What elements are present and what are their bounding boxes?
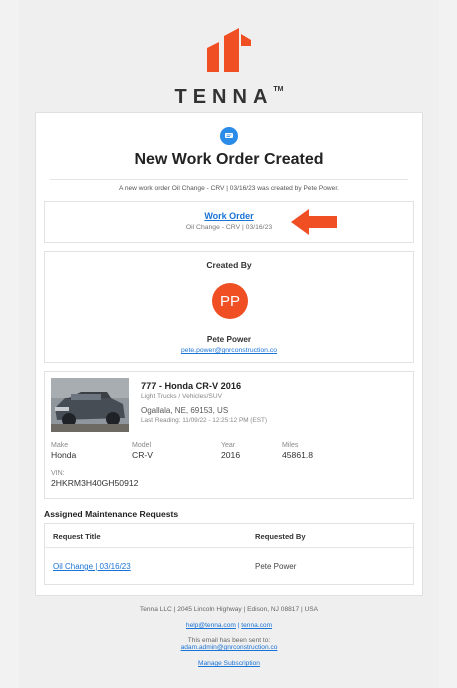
spec-make: Make Honda bbox=[51, 442, 76, 460]
requested-by-value: Pete Power bbox=[255, 562, 297, 571]
make-value: Honda bbox=[51, 450, 77, 460]
car-photo bbox=[51, 378, 129, 432]
divider bbox=[50, 179, 408, 180]
created-by-box: Created By PP Pete Power pete.power@gnrc… bbox=[44, 251, 414, 363]
spec-vin: VIN: 2HKRM3H40GH50912 bbox=[51, 470, 138, 488]
work-order-box: Work Order Oil Change - CRV | 03/16/23 bbox=[44, 201, 414, 243]
arrow-left-icon bbox=[291, 209, 337, 235]
trademark: TM bbox=[273, 86, 284, 93]
tenna-logo-mark-icon bbox=[207, 28, 251, 72]
notification-card: New Work Order Created A new work order … bbox=[35, 112, 423, 596]
sent-to-label: This email has been sent to: bbox=[187, 637, 271, 644]
asset-box: 777 - Honda CR-V 2016 Light Trucks / Veh… bbox=[44, 371, 414, 499]
footer: Tenna LLC | 2045 Lincoln Highway | Ediso… bbox=[19, 606, 439, 667]
request-link[interactable]: Oil Change | 03/16/23 bbox=[53, 562, 131, 571]
asset-last-reading: Last Reading: 11/09/22 - 12:25:12 PM (ES… bbox=[141, 417, 267, 424]
miles-label: Miles bbox=[282, 442, 299, 449]
asset-name: 777 - Honda CR-V 2016 bbox=[141, 381, 242, 391]
vin-label: VIN: bbox=[51, 470, 65, 477]
created-by-label: Created By bbox=[206, 260, 252, 270]
vin-value: 2HKRM3H40GH50912 bbox=[51, 478, 139, 488]
miles-value: 45861.8 bbox=[282, 450, 314, 460]
make-label: Make bbox=[51, 442, 69, 449]
table-header: Request Title Requested By bbox=[45, 524, 413, 548]
page-title: New Work Order Created bbox=[134, 151, 324, 168]
year-value: 2016 bbox=[221, 450, 241, 460]
work-order-link[interactable]: Work Order bbox=[45, 211, 413, 221]
col-requested-by: Requested By bbox=[255, 532, 306, 541]
footer-links: help@tenna.com | tenna.com bbox=[19, 622, 439, 629]
spec-year: Year 2016 bbox=[221, 442, 240, 460]
tenna-logo: TENNATM bbox=[19, 20, 439, 108]
footer-address: Tenna LLC | 2045 Lincoln Highway | Ediso… bbox=[139, 606, 319, 613]
site-link[interactable]: tenna.com bbox=[241, 622, 272, 629]
creator-email-link[interactable]: pete.power@gnrconstruction.co bbox=[45, 347, 413, 354]
intro-text: A new work order Oil Change - CRV | 03/1… bbox=[118, 185, 340, 192]
tenna-wordmark: TENNATM bbox=[19, 86, 439, 109]
email-container: TENNATM New Work Order Created A new wor… bbox=[19, 0, 439, 688]
chat-icon bbox=[220, 127, 238, 145]
help-email-link[interactable]: help@tenna.com bbox=[186, 622, 236, 629]
col-request-title: Request Title bbox=[53, 532, 101, 541]
asset-category: Light Trucks / Vehicles/SUV bbox=[141, 393, 222, 400]
table-row: Oil Change | 03/16/23 Pete Power bbox=[45, 554, 413, 584]
year-label: Year bbox=[221, 442, 236, 449]
recipient-email-link[interactable]: adam.admin@gnrconstruction.co bbox=[19, 644, 439, 651]
model-label: Model bbox=[132, 442, 152, 449]
spec-miles: Miles 45861.8 bbox=[282, 442, 313, 460]
maintenance-section-title: Assigned Maintenance Requests bbox=[44, 509, 179, 519]
footer-separator: | bbox=[237, 622, 240, 629]
brand-name: TENNA bbox=[174, 86, 274, 108]
creator-name: Pete Power bbox=[206, 335, 252, 344]
avatar: PP bbox=[212, 283, 248, 319]
model-value: CR-V bbox=[132, 450, 154, 460]
spec-model: Model CR-V bbox=[132, 442, 153, 460]
asset-location: Ogallala, NE, 69153, US bbox=[141, 406, 229, 415]
manage-subscription-link[interactable]: Manage Subscription bbox=[19, 660, 439, 667]
maintenance-table: Request Title Requested By Oil Change | … bbox=[44, 523, 414, 585]
work-order-subtitle: Oil Change - CRV | 03/16/23 bbox=[185, 224, 273, 231]
